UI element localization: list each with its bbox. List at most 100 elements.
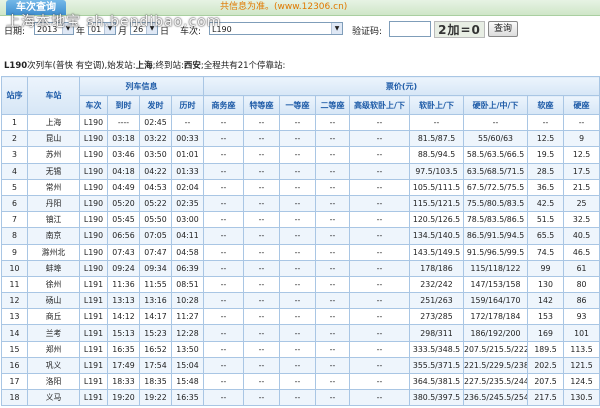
table-cell: 04:22: [139, 162, 172, 180]
query-button[interactable]: 查询: [488, 21, 518, 37]
captcha-input[interactable]: [389, 21, 431, 37]
chevron-down-icon: ▼: [331, 23, 342, 34]
table-cell: --: [315, 162, 350, 180]
table-cell: --: [315, 178, 350, 196]
table-cell: --: [279, 194, 316, 213]
table-cell: 19.5: [527, 146, 564, 164]
table-cell: 2: [1, 130, 28, 148]
table-cell: 15:04: [171, 356, 204, 375]
table-cell: 5: [1, 178, 28, 196]
table-cell: 13:50: [171, 340, 204, 358]
table-cell: --: [315, 292, 350, 310]
station-cell: 郑州: [27, 340, 80, 358]
table-cell: 9: [562, 130, 600, 148]
table-cell: 380.5/397.5: [409, 389, 464, 407]
captcha-image[interactable]: 2加=0: [434, 21, 485, 38]
table-cell: 113.5: [562, 340, 600, 358]
table-cell: 25: [562, 194, 600, 213]
table-cell: --: [349, 259, 410, 277]
table-cell: --: [349, 227, 410, 245]
table-cell: 08:51: [171, 275, 204, 294]
table-cell: --: [463, 113, 528, 132]
table-cell: 18: [1, 389, 28, 407]
table-cell: 298/311: [409, 324, 464, 342]
table-cell: 09:24: [107, 259, 140, 277]
table-cell: 19:20: [107, 389, 140, 407]
table-cell: 130.5: [562, 389, 600, 407]
table-cell: --: [315, 340, 350, 358]
table-cell: 124.5: [562, 372, 600, 391]
table-cell: 02:35: [171, 194, 204, 213]
table-cell: 172/178/184: [463, 308, 528, 326]
table-cell: 17: [1, 372, 28, 391]
table-cell: --: [203, 356, 244, 375]
table-cell: 88.5/94.5: [409, 146, 464, 164]
table-cell: 15: [1, 340, 28, 358]
table-cell: --: [279, 372, 316, 391]
train-select[interactable]: L190 ▼: [209, 22, 343, 35]
table-cell: --: [315, 113, 350, 132]
column-header: 历时: [171, 95, 204, 115]
table-cell: --: [203, 146, 244, 164]
table-cell: L191: [79, 324, 108, 342]
table-cell: --: [279, 292, 316, 310]
table-cell: --: [409, 113, 464, 132]
table-cell: --: [203, 243, 244, 261]
table-cell: 232/242: [409, 275, 464, 294]
table-cell: --: [315, 211, 350, 229]
table-cell: --: [203, 259, 244, 277]
table-cell: --: [349, 130, 410, 148]
table-cell: --: [349, 178, 410, 196]
station-cell: 镇江: [27, 211, 80, 229]
table-cell: L191: [79, 356, 108, 375]
table-cell: 16:35: [107, 340, 140, 358]
table-cell: --: [243, 275, 280, 294]
table-cell: 00:33: [171, 130, 204, 148]
table-cell: 12:28: [171, 324, 204, 342]
table-cell: 273/285: [409, 308, 464, 326]
table-cell: 01:33: [171, 162, 204, 180]
table-cell: L190: [79, 243, 108, 261]
table-cell: --: [315, 275, 350, 294]
train-summary: L190次列车(普快 有空调),始发站:上海;终到站:西安;全程共有21个停靠站…: [4, 59, 285, 71]
table-cell: 04:58: [171, 243, 204, 261]
table-row: 5 常州 L190 04:49 04:53 02:04 -- -- -- -- -- 105.5/11…: [1, 178, 600, 196]
header-station: 车站: [27, 76, 80, 115]
table-cell: --: [279, 356, 316, 375]
table-cell: --: [203, 324, 244, 342]
table-cell: --: [243, 308, 280, 326]
table-cell: --: [243, 292, 280, 310]
table-cell: 202.5: [527, 356, 564, 375]
table-cell: 11:27: [171, 308, 204, 326]
table-cell: L190: [79, 113, 108, 132]
table-cell: 13: [1, 308, 28, 326]
table-cell: L190: [79, 227, 108, 245]
table-cell: L190: [79, 162, 108, 180]
table-cell: L191: [79, 389, 108, 407]
table-cell: --: [527, 113, 564, 132]
table-cell: 05:20: [107, 194, 140, 213]
table-cell: 189.5: [527, 340, 564, 358]
table-cell: --: [203, 194, 244, 213]
table-cell: 15:48: [171, 372, 204, 391]
watermark: 上海本地宝 sh.bendibao.com: [6, 14, 222, 30]
table-cell: --: [315, 194, 350, 213]
table-cell: 105.5/111.5: [409, 178, 464, 196]
table-cell: --: [349, 324, 410, 342]
table-cell: 217.5: [527, 389, 564, 407]
station-cell: 丹阳: [27, 194, 80, 213]
table-cell: --: [279, 389, 316, 407]
station-cell: 苏州: [27, 146, 80, 164]
table-cell: --: [349, 162, 410, 180]
table-cell: 86.5/91.5/94.5: [463, 227, 528, 245]
table-cell: 04:53: [139, 178, 172, 196]
table-cell: L190: [79, 211, 108, 229]
summary-end-station: 西安: [183, 61, 201, 71]
table-cell: --: [243, 389, 280, 407]
table-cell: 06:39: [171, 259, 204, 277]
table-cell: 16: [1, 356, 28, 375]
table-cell: --: [243, 356, 280, 375]
table-cell: 32.5: [562, 211, 600, 229]
summary-train: L190: [4, 61, 28, 71]
table-cell: --: [315, 146, 350, 164]
